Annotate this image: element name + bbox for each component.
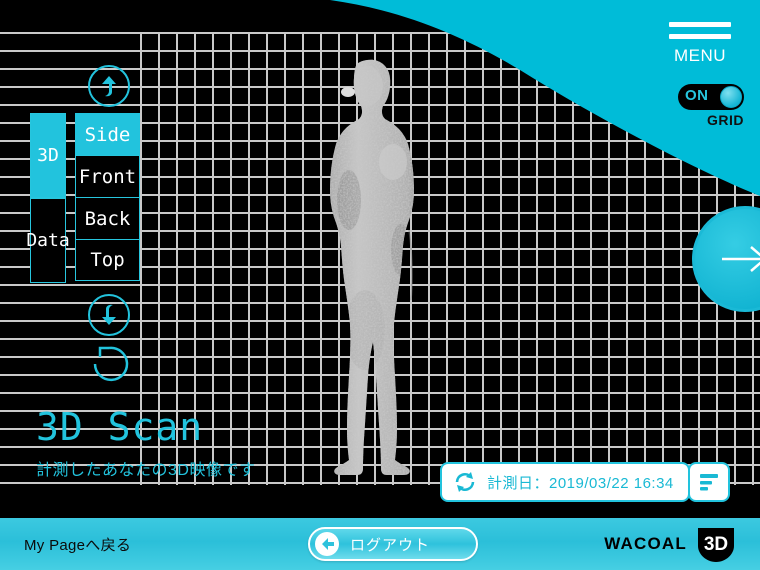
view-button-side[interactable]: Side <box>75 113 140 155</box>
view-button-back[interactable]: Back <box>75 197 140 239</box>
view-navigation: 3D Data Side Front Back Top <box>26 113 140 283</box>
arrow-down-circle-icon[interactable] <box>88 294 130 336</box>
refresh-icon <box>455 472 475 492</box>
page-title: 3D Scan <box>36 405 204 449</box>
measurement-date-badge[interactable]: 計測日：2019/03/22 16:34 <box>440 462 690 502</box>
menu-label: MENU <box>673 46 727 65</box>
mode-button-data[interactable]: Data <box>26 198 70 283</box>
svg-text:3D: 3D <box>704 534 728 555</box>
rotate-ccw-icon[interactable] <box>88 343 130 385</box>
measurement-date-text: 計測日：2019/03/22 16:34 <box>487 474 674 492</box>
logout-button[interactable]: ログアウト <box>308 527 478 561</box>
logout-label: ログアウト <box>350 536 431 554</box>
mode-column: 3D Data <box>26 113 70 283</box>
brand-logo: WACOAL 3D <box>604 524 738 564</box>
view-label-front: Front <box>78 165 137 188</box>
page-title-block: 3D Scan 計測したあなたの3D映像です <box>36 408 255 480</box>
mode-button-3d[interactable]: 3D <box>30 113 66 198</box>
mypage-back-link[interactable]: My Pageへ戻る <box>24 534 131 555</box>
menu-button[interactable]: MENU <box>658 22 742 66</box>
grid-toggle-state: ON <box>685 87 709 104</box>
grid-toggle-group[interactable]: ON GRID <box>678 84 744 128</box>
view-label-side: Side <box>84 123 131 146</box>
view-button-top[interactable]: Top <box>75 239 140 281</box>
hamburger-icon[interactable] <box>669 22 731 39</box>
mode-label-data: Data <box>26 230 70 251</box>
arrow-right-icon <box>722 246 760 272</box>
page-subtitle: 計測したあなたの3D映像です <box>36 462 256 479</box>
brand-name: WACOAL <box>604 534 687 553</box>
list-view-button[interactable] <box>688 462 730 502</box>
view-label-top: Top <box>90 249 125 271</box>
view-column: Side Front Back Top <box>75 113 140 283</box>
arrow-left-circle-icon <box>315 532 339 556</box>
list-lines-icon <box>700 474 718 491</box>
body-scan-figure[interactable] <box>305 50 445 485</box>
wacoal-3d-mark: 3D <box>698 528 734 562</box>
footer-bar: My Pageへ戻る ログアウト WACOAL 3D <box>0 518 760 570</box>
view-label-back: Back <box>84 207 131 230</box>
view-button-front[interactable]: Front <box>75 155 140 197</box>
grid-toggle-label: GRID <box>707 112 744 128</box>
arrow-up-circle-icon[interactable] <box>88 65 130 107</box>
grid-toggle-knob[interactable] <box>720 86 742 108</box>
mode-label-3d: 3D <box>37 145 59 166</box>
grid-toggle-switch[interactable]: ON <box>678 84 744 110</box>
app-root: MENU ON GRID 3D Data Side Front Back Top… <box>0 0 760 570</box>
